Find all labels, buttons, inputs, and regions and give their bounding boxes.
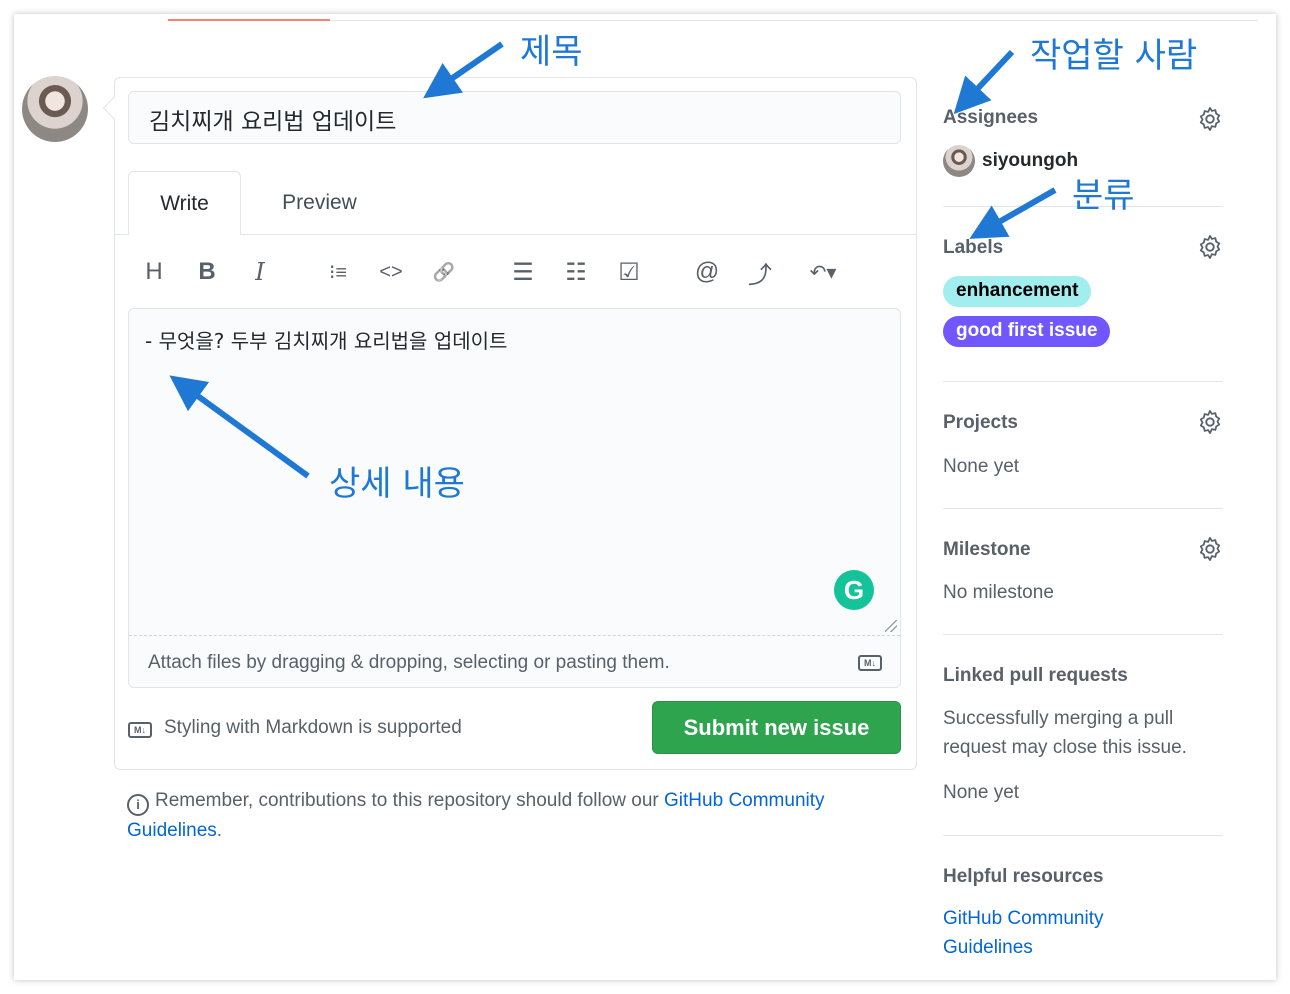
annotation-body: 상세 내용 xyxy=(329,464,465,504)
issue-title-input[interactable]: 김치찌개 요리법 업데이트 xyxy=(128,91,901,144)
author-avatar xyxy=(22,76,88,142)
assignees-gear-icon[interactable] xyxy=(1196,105,1224,133)
linked-prs-heading: Linked pull requests xyxy=(943,665,1128,686)
numbered-list-icon[interactable]: ☷ xyxy=(558,254,594,290)
attach-divider xyxy=(129,635,900,636)
mention-icon[interactable]: @ xyxy=(689,254,725,290)
annotation-title: 제목 xyxy=(520,32,583,72)
reference-icon[interactable]: ⤴ xyxy=(742,254,778,290)
markdown-icon: M↓ xyxy=(858,655,882,671)
sidebar-divider xyxy=(943,508,1223,509)
heading-icon[interactable]: H xyxy=(136,254,172,290)
sidebar-divider xyxy=(943,634,1223,635)
projects-gear-icon[interactable] xyxy=(1196,408,1224,436)
grammarly-icon[interactable]: G xyxy=(834,570,874,610)
helpful-guidelines-link[interactable]: GitHub Community Guidelines xyxy=(943,904,1143,962)
bulleted-list-icon[interactable]: ☰ xyxy=(505,254,541,290)
milestone-heading[interactable]: Milestone xyxy=(943,539,1031,561)
annotation-assignee: 작업할 사람 xyxy=(1030,36,1198,76)
issue-body-text: - 무엇을? 두부 김치찌개 요리법을 업데이트 xyxy=(145,329,508,353)
link-icon[interactable]: 🔗 xyxy=(426,254,462,290)
notice-text: Remember, contributions to this reposito… xyxy=(155,790,659,811)
milestone-value: No milestone xyxy=(943,582,1054,603)
italic-icon[interactable]: I xyxy=(242,254,278,290)
contribution-notice: i Remember, contributions to this reposit… xyxy=(127,786,847,845)
sidebar-divider xyxy=(943,381,1223,382)
resize-handle-icon[interactable] xyxy=(885,620,897,632)
label-good-first-issue[interactable]: good first issue xyxy=(943,316,1111,347)
issue-body-textarea[interactable]: - 무엇을? 두부 김치찌개 요리법을 업데이트 G Attach files … xyxy=(128,308,901,688)
task-list-icon[interactable]: ☑ xyxy=(611,254,647,290)
label-enhancement[interactable]: enhancement xyxy=(943,276,1092,307)
attach-files-hint[interactable]: Attach files by dragging & dropping, sel… xyxy=(148,652,670,674)
milestone-gear-icon[interactable] xyxy=(1196,535,1224,563)
submit-new-issue-button[interactable]: Submit new issue xyxy=(652,701,901,754)
markdown-support-link[interactable]: Styling with Markdown is supported xyxy=(164,717,462,739)
active-nav-underline xyxy=(168,19,330,21)
helpful-resources-heading: Helpful resources xyxy=(943,866,1104,887)
annotation-label: 분류 xyxy=(1072,176,1135,216)
linked-prs-value: None yet xyxy=(943,782,1020,803)
markdown-icon: M↓ xyxy=(128,722,152,738)
assignee-username[interactable]: siyoungoh xyxy=(982,150,1078,172)
labels-gear-icon[interactable] xyxy=(1196,233,1224,261)
projects-value: None yet xyxy=(943,456,1020,477)
tab-write[interactable]: Write xyxy=(128,171,241,235)
labels-heading[interactable]: Labels xyxy=(943,237,1003,259)
info-icon: i xyxy=(127,793,149,816)
bold-icon[interactable]: B xyxy=(189,254,225,290)
sidebar-divider xyxy=(943,835,1223,836)
assignee-avatar xyxy=(943,145,975,177)
linked-prs-description: Successfully merging a pull request may … xyxy=(943,708,1187,758)
reply-icon[interactable]: ↶▾ xyxy=(798,254,848,290)
assignees-heading[interactable]: Assignees xyxy=(943,107,1038,129)
projects-heading[interactable]: Projects xyxy=(943,412,1018,434)
tab-preview[interactable]: Preview xyxy=(262,171,377,235)
notice-period: . xyxy=(216,819,223,841)
code-icon[interactable]: <> xyxy=(373,254,409,290)
header-divider xyxy=(168,20,1258,21)
quote-icon[interactable]: ⁝≡ xyxy=(320,254,356,290)
